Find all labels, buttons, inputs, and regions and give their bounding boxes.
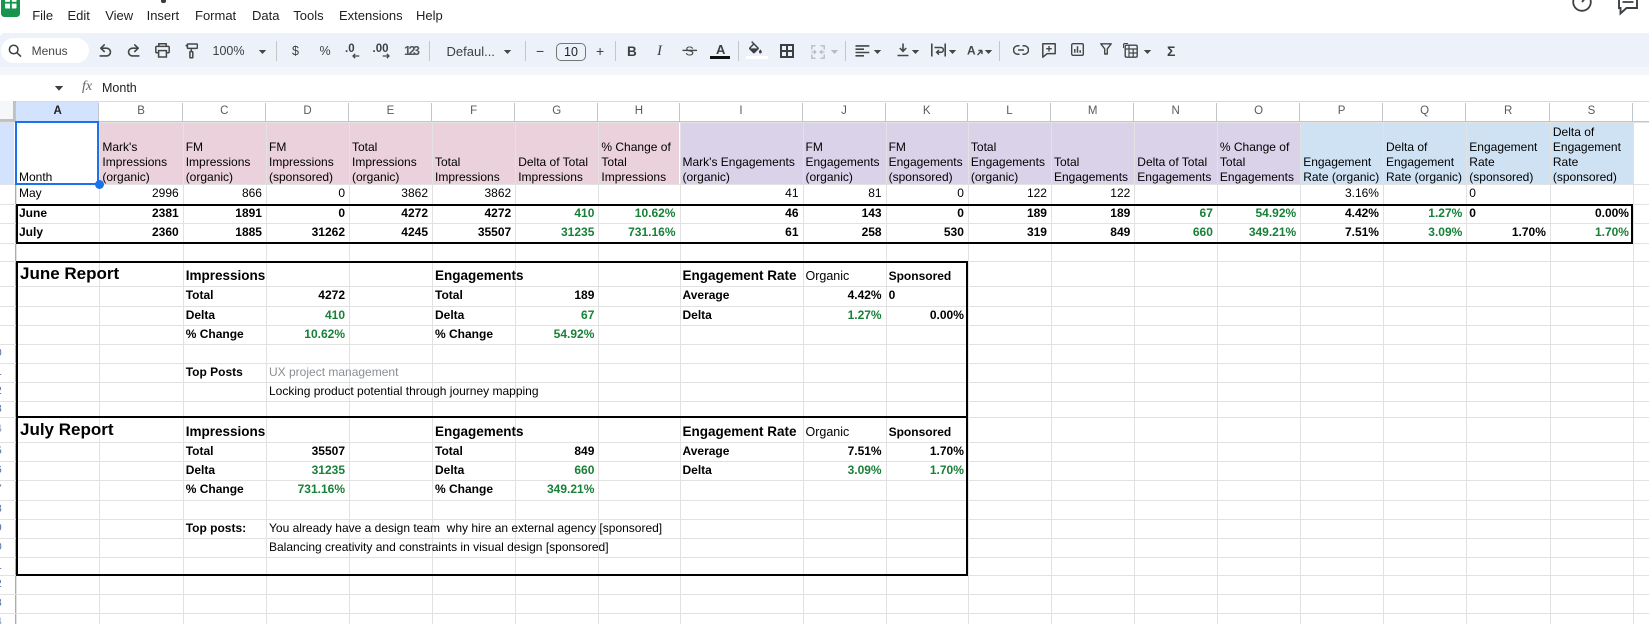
svg-text:A: A [967, 43, 976, 57]
svg-text:123: 123 [404, 45, 420, 56]
